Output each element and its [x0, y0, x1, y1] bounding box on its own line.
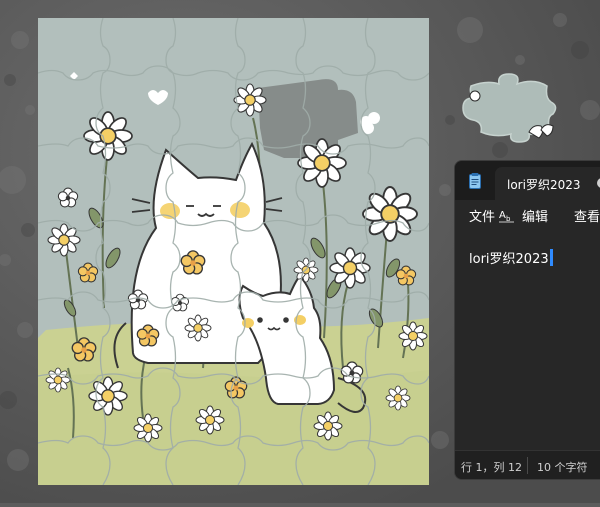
tab-title: lori罗织2023: [507, 178, 581, 192]
text-caret: [549, 249, 553, 266]
menu-view[interactable]: 查看: [574, 206, 600, 225]
status-bar: 行 1，列 12 10 个字符: [455, 450, 600, 479]
status-divider: [527, 457, 528, 474]
loose-puzzle-piece[interactable]: [459, 72, 559, 144]
title-bar[interactable]: lori罗织2023: [455, 161, 600, 200]
text-editor-area[interactable]: lori罗织2023: [455, 230, 600, 450]
notepad-window[interactable]: lori罗织2023 文件 A b 编辑 查看 lori罗织2023 行 1，列…: [454, 160, 600, 480]
puzzle-artwork: [38, 18, 429, 485]
character-count: 10 个字符: [537, 461, 588, 474]
document-text-line: lori罗织2023: [469, 248, 553, 267]
text-format-icon[interactable]: A b: [498, 208, 515, 223]
document-text: lori罗织2023: [469, 252, 549, 267]
menu-edit[interactable]: 编辑: [522, 206, 548, 225]
tab-document[interactable]: lori罗织2023: [495, 167, 600, 200]
menu-bar: 文件 A b 编辑 查看: [455, 200, 600, 230]
menu-file[interactable]: 文件: [469, 206, 495, 225]
svg-text:A: A: [499, 210, 506, 221]
cursor-position: 行 1，列 12: [461, 461, 522, 474]
puzzle-piece-shape: [462, 73, 557, 143]
jigsaw-puzzle-board[interactable]: [38, 18, 429, 485]
notepad-icon: [469, 173, 481, 189]
